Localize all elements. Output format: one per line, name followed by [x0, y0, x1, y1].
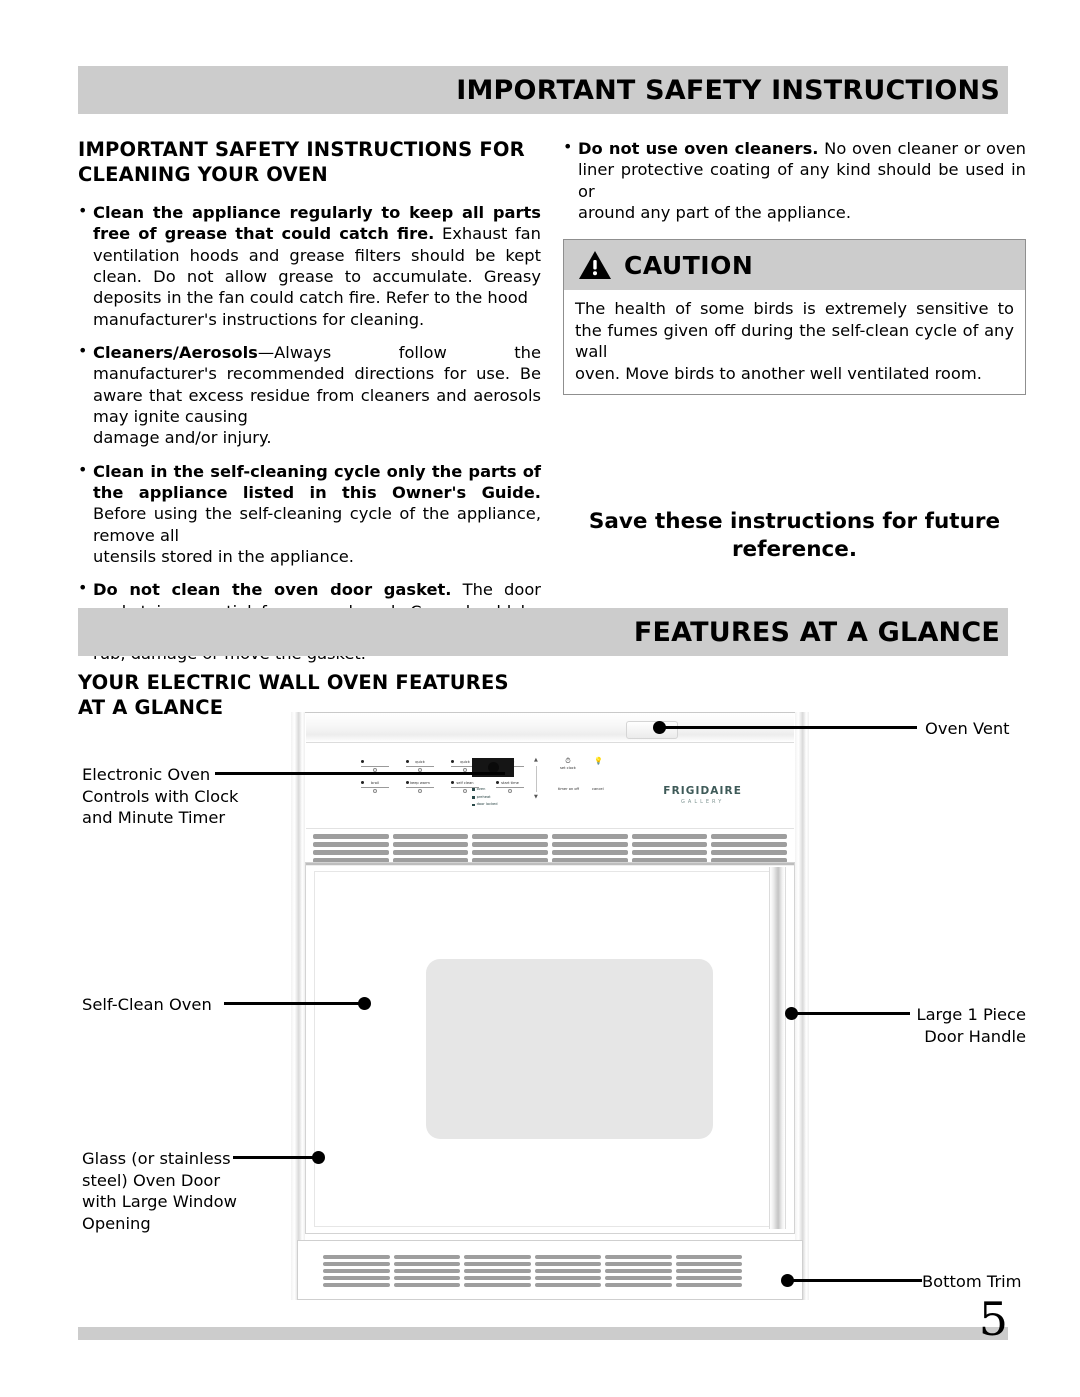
indicator-square-icon	[472, 788, 475, 792]
bullet-bold-text: Do not use oven cleaners.	[578, 139, 819, 158]
key-button-broil[interactable]: broil	[361, 780, 389, 790]
footer-rule-bar	[78, 1327, 1008, 1340]
caution-box: CAUTION The health of some birds is extr…	[563, 239, 1026, 396]
callout-dot-self-clean	[358, 997, 371, 1010]
callout-line-4: Opening	[82, 1214, 151, 1234]
oven-door-handle[interactable]	[769, 867, 786, 1229]
oven-left-side-rail	[291, 712, 305, 1300]
callout-bottom-trim-label: Bottom Trim	[922, 1272, 1022, 1291]
callout-dot-oven-vent	[653, 721, 666, 734]
chevron-up-icon[interactable]: ▲	[534, 758, 538, 763]
bullet-last-line: around any part of the appliance.	[578, 203, 851, 223]
callout-leader-electronic-controls	[215, 772, 505, 775]
status-indicator-door-locked: door locked	[472, 801, 498, 809]
bullet-last-line: manufacturer's instructions for cleaning…	[93, 309, 425, 329]
callout-glass-door-label: Glass (or stainless steel) Oven Door wit…	[82, 1148, 282, 1235]
section-header-bar-features: FEATURES AT A GLANCE	[78, 608, 1008, 656]
indicator-square-icon	[472, 796, 475, 799]
list-item: Clean the appliance regularly to keep al…	[78, 201, 541, 330]
bullet-body-text: Before using the self-cleaning cycle of …	[93, 504, 541, 545]
list-item: Cleaners/Aerosols—Always follow the manu…	[78, 341, 541, 449]
caution-box-header: CAUTION	[564, 240, 1025, 291]
warning-triangle-icon	[579, 251, 611, 280]
caution-body-last-line: oven. Move birds to another well ventila…	[575, 363, 982, 383]
status-indicator-list: oven preheat door locked	[472, 786, 498, 809]
light-bulb-icon: 💡	[594, 757, 603, 765]
callout-line-2: Controls with Clock	[82, 786, 239, 806]
brand-logo: FRIGIDAIRE GALLERY	[663, 785, 742, 805]
oven-bottom-trim	[297, 1240, 803, 1300]
indicator-square-icon	[472, 803, 475, 807]
key-button-quick-broil[interactable]: quick	[406, 760, 434, 769]
timer-on-off-button[interactable]: timer on off	[558, 787, 579, 792]
key-button[interactable]	[361, 760, 389, 769]
page-number: 5	[978, 1292, 1008, 1346]
callout-leader-glass-door	[233, 1156, 318, 1159]
oven-vent-slot	[626, 721, 678, 739]
arrow-pad-stem	[535, 766, 537, 792]
status-indicator-preheat: preheat	[472, 794, 498, 802]
bullet-bold-text: Clean in the self-cleaning cycle only th…	[93, 461, 541, 503]
oven-door-window	[426, 959, 713, 1139]
safety-left-column: IMPORTANT SAFETY INSTRUCTIONS FOR CLEANI…	[78, 138, 541, 677]
callout-door-handle-label: Large 1 Piece Door Handle	[806, 1004, 1027, 1047]
callout-line-2: steel) Oven Door	[82, 1170, 221, 1190]
bullet-last-line: damage and/or injury.	[93, 428, 272, 448]
callout-leader-bottom-trim	[788, 1279, 922, 1282]
bullet-bold-text: Do not clean the oven door gasket.	[93, 580, 452, 600]
caution-body-text: The health of some birds is extremely se…	[564, 290, 1025, 394]
cancel-button[interactable]: cancel	[592, 787, 604, 792]
callout-oven-vent-label: Oven Vent	[925, 719, 1010, 738]
list-item: Do not use oven cleaners. No oven cleane…	[563, 137, 1026, 223]
right-bullet-list: Do not use oven cleaners. No oven cleane…	[563, 137, 1026, 223]
oven-door[interactable]	[305, 862, 795, 1234]
brand-sub-name: GALLERY	[681, 799, 725, 805]
callout-self-clean-label: Self-Clean Oven	[82, 995, 212, 1014]
callout-line-3: with Large Window	[82, 1192, 237, 1212]
oven-bottom-vent-grille	[323, 1255, 742, 1287]
section-header-title: IMPORTANT SAFETY INSTRUCTIONS	[456, 74, 1000, 106]
set-clock-button[interactable]: ⏱ set clock	[560, 758, 576, 771]
chevron-down-icon[interactable]: ▼	[534, 795, 538, 800]
caution-title: CAUTION	[624, 250, 754, 280]
status-indicator-oven: oven	[472, 786, 498, 794]
cleaning-oven-heading: IMPORTANT SAFETY INSTRUCTIONS FOR CLEANI…	[78, 138, 525, 186]
callout-line-2: Door Handle	[924, 1026, 1026, 1046]
key-button-start-time[interactable]: start time	[496, 780, 524, 790]
bullet-bold-text: Cleaners/Aerosols	[93, 342, 258, 362]
callout-line-3: and Minute Timer	[82, 808, 226, 828]
callout-line-1: Large 1 Piece	[916, 1005, 1027, 1024]
left-bullet-list: Clean the appliance regularly to keep al…	[78, 201, 541, 665]
bullet-last-line: utensils stored in the appliance.	[93, 547, 354, 567]
brand-name: FRIGIDAIRE	[663, 785, 742, 797]
features-subheading-line-2: AT A GLANCE	[78, 696, 224, 720]
oven-control-panel: quick quick bake broil keep warm self cl…	[306, 744, 794, 829]
features-subheading-line-1: YOUR ELECTRIC WALL OVEN FEATURES	[78, 671, 509, 694]
list-item: Clean in the self-cleaning cycle only th…	[78, 460, 541, 568]
callout-leader-oven-vent	[660, 726, 917, 729]
clock-icon: ⏱	[565, 757, 571, 765]
key-button-keep-warm[interactable]: keep warm	[406, 780, 434, 790]
section-header-bar-safety: IMPORTANT SAFETY INSTRUCTIONS	[78, 66, 1008, 114]
save-instructions-note: Save these instructions for future refer…	[563, 508, 1026, 565]
callout-leader-self-clean	[224, 1002, 364, 1005]
save-note-line-1: Save these instructions for future	[588, 509, 1001, 534]
oven-light-button[interactable]: 💡	[594, 758, 603, 766]
safety-right-column: Do not use oven cleaners. No oven cleane…	[563, 137, 1026, 396]
save-note-line-2: reference.	[731, 537, 858, 563]
keypad-row-bottom: broil keep warm self clean start time	[361, 780, 524, 790]
up-down-arrow-pad[interactable]: ▲ ▼	[534, 758, 538, 800]
caution-body-main: The health of some birds is extremely se…	[575, 299, 1014, 362]
features-header-title: FEATURES AT A GLANCE	[633, 616, 1000, 648]
callout-dot-glass-door	[312, 1151, 325, 1164]
